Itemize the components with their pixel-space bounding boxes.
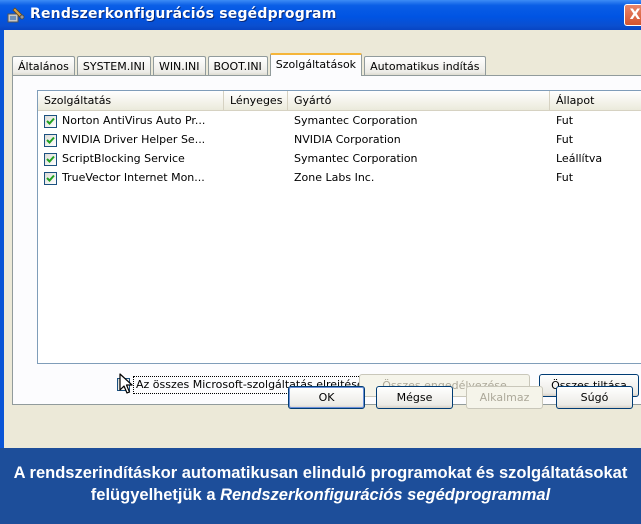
column-header-vendor[interactable]: Gyártó: [288, 91, 550, 111]
help-button[interactable]: Súgó: [556, 386, 633, 409]
service-essential: [230, 112, 286, 131]
ok-button[interactable]: OK: [288, 386, 365, 409]
column-header-status[interactable]: Állapot: [550, 91, 641, 111]
window-title: Rendszerkonfigurációs segédprogram: [30, 6, 337, 22]
caption-line-1: A rendszerindításkor automatikusan elind…: [13, 464, 628, 482]
figure-caption: A rendszerindításkor automatikusan elind…: [0, 448, 641, 524]
list-header: Szolgáltatás Lényeges Gyártó Állapot: [38, 91, 641, 111]
service-checkbox[interactable]: [44, 172, 57, 185]
service-vendor: Symantec Corporation: [294, 152, 418, 165]
services-tab-page: Szolgáltatás Lényeges Gyártó Állapot Nor…: [12, 75, 641, 405]
list-item[interactable]: ScriptBlocking Service Symantec Corporat…: [38, 150, 641, 169]
tab-general[interactable]: Általános: [12, 56, 75, 76]
service-name: Norton AntiVirus Auto Pr...: [62, 114, 206, 127]
service-status: Leállítva: [556, 152, 603, 165]
service-checkbox[interactable]: [44, 115, 57, 128]
tab-boot-ini[interactable]: BOOT.INI: [207, 56, 268, 76]
service-checkbox[interactable]: [44, 134, 57, 147]
services-list[interactable]: Szolgáltatás Lényeges Gyártó Állapot Nor…: [37, 90, 641, 364]
caption-line-2-prefix: felügyelhetjük a: [90, 486, 221, 504]
column-header-essential[interactable]: Lényeges: [224, 91, 288, 111]
service-essential: [230, 169, 286, 188]
mouse-pointer-icon: [119, 373, 133, 398]
service-essential: [230, 150, 286, 169]
service-vendor: Symantec Corporation: [294, 114, 418, 127]
caption-line-2: felügyelhetjük a Rendszerkonfigurációs s…: [0, 484, 641, 506]
service-status: Fut: [556, 114, 574, 127]
list-item[interactable]: NVIDIA Driver Helper Se... NVIDIA Corpor…: [38, 131, 641, 150]
service-checkbox[interactable]: [44, 153, 57, 166]
service-vendor: Zone Labs Inc.: [294, 171, 375, 184]
service-status: Fut: [556, 171, 574, 184]
tab-win-ini[interactable]: WIN.INI: [152, 56, 206, 76]
caption-line-2-italic: Rendszerkonfigurációs segédprogrammal: [220, 486, 551, 504]
close-button[interactable]: X: [624, 4, 641, 26]
service-essential: [230, 131, 286, 150]
tab-system-ini[interactable]: SYSTEM.INI: [76, 56, 151, 76]
service-name: ScriptBlocking Service: [62, 152, 185, 165]
title-bar[interactable]: Rendszerkonfigurációs segédprogram X: [0, 0, 641, 30]
tab-startup[interactable]: Automatikus indítás: [364, 56, 486, 76]
service-vendor: NVIDIA Corporation: [294, 133, 401, 146]
cancel-button[interactable]: Mégse: [376, 386, 453, 409]
tab-strip: Általános SYSTEM.INI WIN.INI BOOT.INI Sz…: [12, 52, 488, 76]
apply-button[interactable]: Alkalmaz: [466, 386, 543, 409]
column-header-service[interactable]: Szolgáltatás: [38, 91, 224, 111]
service-name: NVIDIA Driver Helper Se...: [62, 133, 206, 146]
tab-services[interactable]: Szolgáltatások: [269, 53, 363, 76]
dialog-window: Általános SYSTEM.INI WIN.INI BOOT.INI Sz…: [0, 30, 641, 448]
service-status: Fut: [556, 133, 574, 146]
list-item[interactable]: TrueVector Internet Mon... Zone Labs Inc…: [38, 169, 641, 188]
msconfig-app-icon: [6, 5, 26, 25]
service-name: TrueVector Internet Mon...: [62, 171, 205, 184]
list-item[interactable]: Norton AntiVirus Auto Pr... Symantec Cor…: [38, 112, 641, 131]
